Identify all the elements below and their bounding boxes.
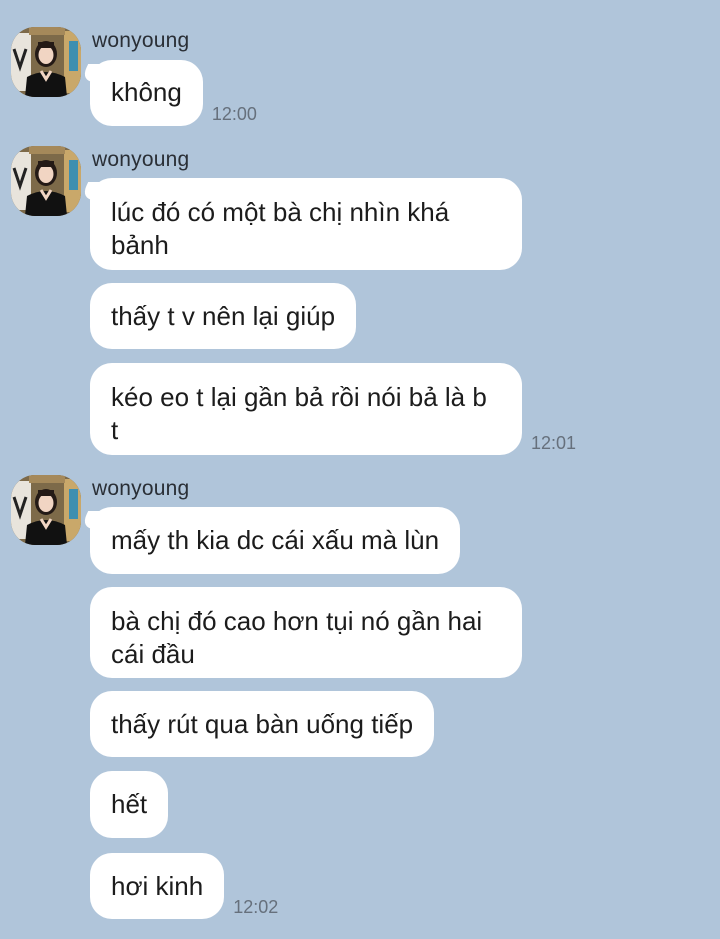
- message-text: hết: [111, 789, 148, 819]
- message-text: mấy th kia dc cái xấu mà lùn: [111, 525, 440, 555]
- avatar[interactable]: [11, 27, 81, 97]
- message-text: không: [111, 77, 182, 107]
- message-text: kéo eo t lại gần bả rồi nói bả là b t: [111, 382, 487, 445]
- message-bubble[interactable]: thấy t v nên lại giúp: [90, 283, 357, 349]
- avatar[interactable]: [11, 475, 81, 545]
- message-bubble[interactable]: thấy rút qua bàn uống tiếp: [90, 691, 435, 757]
- message-text: bà chị đó cao hơn tụi nó gần hai cái đầu: [111, 606, 483, 669]
- message-bubble[interactable]: hết: [90, 771, 169, 838]
- message-text: hơi kinh: [111, 871, 204, 901]
- message-bubble[interactable]: hơi kinh: [90, 853, 225, 919]
- message-row: thấy rút qua bàn uống tiếp: [90, 691, 435, 757]
- message-time: 12:02: [233, 897, 279, 917]
- message-text: lúc đó có một bà chị nhìn khá bảnh: [111, 197, 450, 260]
- message-time: 12:00: [211, 104, 257, 124]
- message-bubble[interactable]: lúc đó có một bà chị nhìn khá bảnh: [90, 178, 522, 270]
- message-bubble[interactable]: bà chị đó cao hơn tụi nó gần hai cái đầu: [90, 587, 522, 678]
- message-row: hết: [90, 771, 169, 838]
- avatar[interactable]: [11, 146, 81, 216]
- message-row: hơi kinh 12:02: [90, 853, 278, 919]
- message-row: mấy th kia dc cái xấu mà lùn: [90, 507, 461, 574]
- sender-name: wonyoung: [92, 477, 190, 500]
- profile-photo-icon: [11, 475, 81, 545]
- message-text: thấy rút qua bàn uống tiếp: [111, 709, 414, 739]
- message-bubble[interactable]: kéo eo t lại gần bả rồi nói bả là b t: [90, 363, 522, 455]
- sender-name: wonyoung: [92, 29, 190, 52]
- message-row: kéo eo t lại gần bả rồi nói bả là b t 12…: [90, 363, 576, 455]
- message-row: bà chị đó cao hơn tụi nó gần hai cái đầu: [90, 587, 522, 678]
- message-bubble[interactable]: mấy th kia dc cái xấu mà lùn: [90, 507, 461, 574]
- message-row: thấy t v nên lại giúp: [90, 283, 357, 349]
- message-row: không 12:00: [90, 60, 257, 126]
- message-row: lúc đó có một bà chị nhìn khá bảnh: [90, 178, 522, 270]
- profile-photo-icon: [11, 146, 81, 216]
- profile-photo-icon: [11, 27, 81, 97]
- message-time: 12:01: [531, 433, 577, 453]
- message-text: thấy t v nên lại giúp: [111, 301, 336, 331]
- sender-name: wonyoung: [92, 148, 190, 171]
- message-bubble[interactable]: không: [90, 60, 203, 126]
